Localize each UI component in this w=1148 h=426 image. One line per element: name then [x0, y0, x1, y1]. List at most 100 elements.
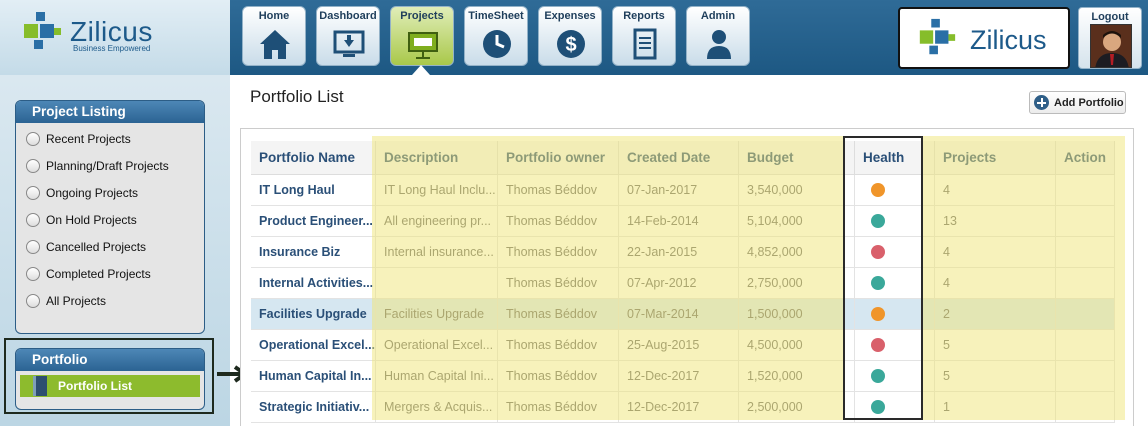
health-status-icon: [871, 399, 886, 414]
tab-home-label: Home: [258, 10, 290, 22]
table-row[interactable]: Product Engineer... All engineering pr...…: [251, 205, 1116, 237]
sidebar-item-all[interactable]: All Projects: [16, 287, 204, 314]
table-row[interactable]: Internal Activities... Thomas Béddov 07-Ap…: [251, 267, 1116, 299]
brand-area[interactable]: Zilicus Business Empowered: [0, 0, 230, 75]
project-listing-panel: Project Listing Recent Projects Planning…: [15, 100, 205, 334]
tab-dashboard[interactable]: Dashboard: [316, 6, 380, 66]
zilicus-logo-icon: [919, 18, 956, 55]
action-cell[interactable]: [1055, 174, 1116, 206]
table-row[interactable]: Operational Excel... Operational Excel...…: [251, 329, 1116, 361]
radio-icon[interactable]: [26, 293, 40, 308]
radio-icon[interactable]: [26, 266, 40, 281]
radio-icon[interactable]: [26, 185, 40, 200]
tab-projects-label: Projects: [400, 10, 444, 22]
logout-button[interactable]: Logout: [1078, 7, 1142, 69]
owner-cell: Thomas Béddov: [497, 236, 620, 268]
projects-count-cell: 4: [934, 174, 1057, 206]
description-cell: Internal insurance...: [375, 236, 499, 268]
description-cell: Facilities Upgrade: [375, 298, 499, 330]
created-date-cell: 12-Dec-2017: [618, 391, 740, 423]
radio-icon[interactable]: [26, 158, 40, 173]
radio-icon[interactable]: [26, 239, 40, 254]
table-row[interactable]: IT Long Haul IT Long Haul Inclu... Thomas …: [251, 174, 1116, 206]
health-cell: [854, 174, 936, 206]
logout-label: Logout: [1091, 11, 1129, 23]
budget-cell: 5,104,000: [738, 205, 856, 237]
col-action-header[interactable]: Action: [1055, 141, 1116, 175]
radio-icon[interactable]: [26, 212, 40, 227]
tab-admin[interactable]: Admin: [686, 6, 750, 66]
action-cell[interactable]: [1055, 236, 1116, 268]
action-cell[interactable]: [1055, 391, 1116, 423]
col-health-header[interactable]: Health: [854, 141, 936, 175]
portfolio-highlight-box: [4, 338, 214, 414]
projects-count-cell: 13: [934, 205, 1057, 237]
health-cell: [854, 236, 936, 268]
description-cell: Mergers & Acquis...: [375, 391, 499, 423]
description-cell: Operational Excel...: [375, 329, 499, 361]
portfolio-name-link[interactable]: Operational Excel...: [251, 329, 377, 361]
created-date-cell: 14-Feb-2014: [618, 205, 740, 237]
health-status-icon: [871, 182, 886, 197]
tab-home[interactable]: Home: [242, 6, 306, 66]
projects-count-cell: 2: [934, 298, 1057, 330]
sidebar-item-planning[interactable]: Planning/Draft Projects: [16, 152, 204, 179]
col-description-header[interactable]: Description: [375, 141, 499, 175]
health-cell: [854, 205, 936, 237]
tab-expenses[interactable]: Expenses $: [538, 6, 602, 66]
col-budget-header[interactable]: Budget: [738, 141, 856, 175]
action-cell[interactable]: [1055, 267, 1116, 299]
tab-reports[interactable]: Reports: [612, 6, 676, 66]
company-logo-box: Zilicus: [898, 7, 1070, 69]
budget-cell: 2,500,000: [738, 391, 856, 423]
tab-projects[interactable]: Projects: [390, 6, 454, 66]
table-row[interactable]: Strategic Initiativ... Mergers & Acquis..…: [251, 391, 1116, 423]
sidebar-item-cancelled[interactable]: Cancelled Projects: [16, 233, 204, 260]
col-projects-header[interactable]: Projects: [934, 141, 1057, 175]
add-portfolio-button[interactable]: Add Portfolio: [1029, 91, 1126, 114]
action-cell[interactable]: [1055, 329, 1116, 361]
sidebar-item-label: On Hold Projects: [46, 212, 137, 227]
active-tab-caret: [412, 65, 430, 75]
table-row[interactable]: Facilities Upgrade Facilities Upgrade Thom…: [251, 298, 1116, 330]
radio-icon[interactable]: [26, 131, 40, 146]
health-status-icon: [871, 368, 886, 383]
sidebar-item-completed[interactable]: Completed Projects: [16, 260, 204, 287]
col-created-date-header[interactable]: Created Date: [618, 141, 740, 175]
tab-reports-label: Reports: [623, 10, 665, 22]
col-owner-header[interactable]: Portfolio owner: [497, 141, 620, 175]
sidebar-item-recent[interactable]: Recent Projects: [16, 125, 204, 152]
sidebar-item-ongoing[interactable]: Ongoing Projects: [16, 179, 204, 206]
sidebar-item-label: Ongoing Projects: [46, 185, 139, 200]
table-row[interactable]: Insurance Biz Internal insurance... Thomas…: [251, 236, 1116, 268]
action-cell[interactable]: [1055, 298, 1116, 330]
description-cell: All engineering pr...: [375, 205, 499, 237]
action-cell[interactable]: [1055, 360, 1116, 392]
budget-cell: 4,500,000: [738, 329, 856, 361]
company-name: Zilicus: [970, 25, 1047, 55]
health-cell: [854, 329, 936, 361]
portfolio-name-link[interactable]: Insurance Biz: [251, 236, 377, 268]
user-icon: [707, 30, 731, 59]
add-portfolio-label: Add Portfolio: [1054, 97, 1124, 109]
top-header: Zilicus Business Empowered Home Dashboar…: [0, 0, 1148, 75]
tab-admin-label: Admin: [700, 10, 736, 22]
sidebar-item-label: Cancelled Projects: [46, 239, 147, 254]
table-header-row: Portfolio Name Description Portfolio owner…: [251, 141, 1116, 175]
health-cell: [854, 298, 936, 330]
action-cell[interactable]: [1055, 205, 1116, 237]
portfolio-name-link[interactable]: Product Engineer...: [251, 205, 377, 237]
portfolio-name-link[interactable]: Internal Activities...: [251, 267, 377, 299]
table-row[interactable]: Human Capital In... Human Capital Ini... T…: [251, 360, 1116, 392]
health-cell: [854, 391, 936, 423]
budget-cell: 4,852,000: [738, 236, 856, 268]
col-portfolio-name-header[interactable]: Portfolio Name: [251, 141, 377, 175]
sidebar-item-on-hold[interactable]: On Hold Projects: [16, 206, 204, 233]
portfolio-name-link[interactable]: Facilities Upgrade: [251, 298, 377, 330]
health-status-icon: [871, 306, 886, 321]
portfolio-name-link[interactable]: Strategic Initiativ...: [251, 391, 377, 423]
tab-timesheet[interactable]: TimeSheet: [464, 6, 528, 66]
portfolio-name-link[interactable]: Human Capital In...: [251, 360, 377, 392]
presentation-icon: [408, 32, 438, 59]
portfolio-name-link[interactable]: IT Long Haul: [251, 174, 377, 206]
